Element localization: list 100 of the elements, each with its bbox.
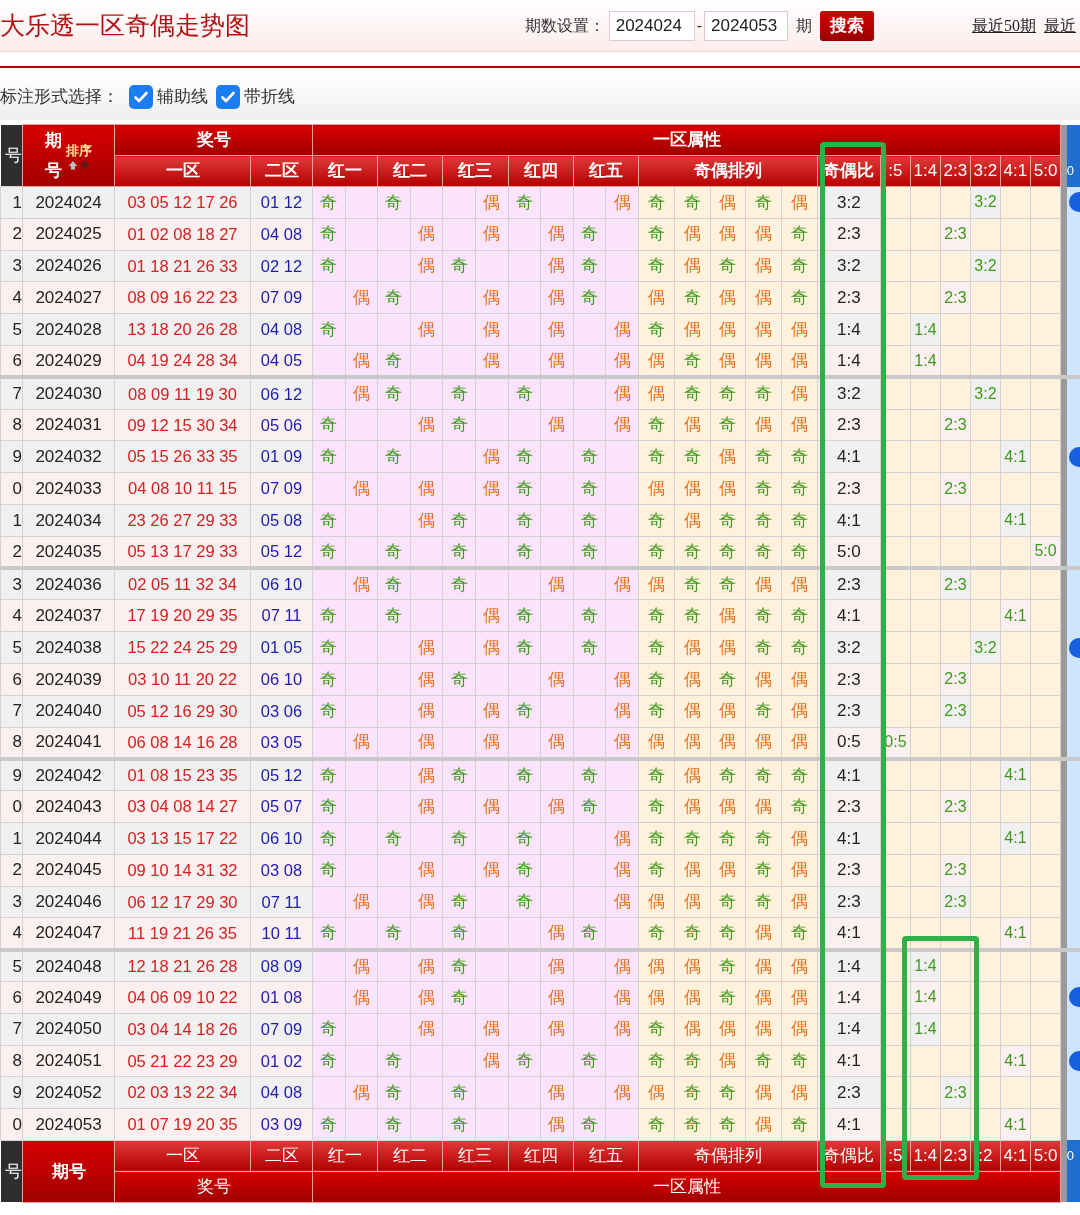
pattern-cell: 奇 — [710, 568, 746, 600]
period-cell: 2024042 — [22, 758, 115, 791]
recent-link[interactable]: 最近50期 — [972, 13, 1036, 38]
column-header: 红四 — [508, 1140, 574, 1172]
parity-mark: 偶 — [345, 568, 378, 600]
main-numbers-cell: 13 18 20 26 28 — [114, 313, 251, 346]
row-number: 4 — [0, 281, 23, 314]
pattern-cell: 奇 — [745, 758, 782, 791]
main-numbers-cell: 11 19 21 26 35 — [114, 917, 251, 950]
column-header: 红二 — [377, 155, 443, 187]
period-cell: 2024052 — [22, 1076, 115, 1109]
ratio-cell: 3:2 — [817, 377, 881, 410]
bonus-numbers-cell: 01 12 — [250, 186, 313, 219]
ratio-cell: 2:3 — [817, 568, 881, 600]
bonus-numbers-cell: 04 08 — [250, 1076, 313, 1109]
check-icon — [220, 89, 236, 105]
pattern-cell: 偶 — [674, 758, 711, 791]
column-header: 红三 — [442, 155, 509, 187]
distribution-cell: 2:3 — [940, 568, 971, 600]
bonus-numbers-cell: 06 12 — [250, 377, 313, 410]
main-numbers-cell: 04 08 10 11 15 — [114, 472, 251, 505]
bonus-numbers-cell: 05 06 — [250, 409, 313, 441]
page-title: 大乐透一区奇偶走势图 — [0, 10, 250, 41]
main-numbers-cell: 02 05 11 32 34 — [114, 568, 251, 600]
main-numbers-cell: 01 02 08 18 27 — [114, 218, 251, 251]
period-cell: 2024032 — [22, 440, 115, 473]
bonus-numbers-cell: 07 11 — [250, 599, 313, 632]
parity-mark: 奇 — [442, 949, 476, 982]
period-cell: 2024031 — [22, 409, 115, 441]
parity-mark: 偶 — [345, 377, 378, 410]
diamond-icon[interactable] — [80, 160, 90, 171]
column-header: 红一 — [312, 155, 378, 187]
main-numbers-cell: 08 09 16 22 23 — [114, 281, 251, 314]
sort-label[interactable]: 排序 — [66, 140, 92, 161]
bonus-numbers-cell: 07 09 — [250, 281, 313, 314]
column-header: 红五 — [573, 1140, 639, 1172]
pattern-cell: 偶 — [745, 568, 782, 600]
main-numbers-cell: 09 10 14 31 32 — [114, 854, 251, 887]
search-button[interactable]: 搜索 — [820, 10, 874, 41]
row-number: 4 — [0, 917, 23, 950]
recent-link[interactable]: 最近 — [1044, 13, 1076, 38]
row-number: 1 — [0, 504, 23, 537]
checkbox[interactable] — [129, 85, 153, 109]
bonus-numbers-cell: 03 08 — [250, 854, 313, 887]
pattern-cell: 奇 — [781, 758, 818, 791]
parity-mark: 偶 — [410, 758, 443, 791]
period-cell: 2024036 — [22, 568, 115, 600]
main-numbers-cell: 03 13 15 17 22 — [114, 822, 251, 855]
pattern-cell: 偶 — [638, 568, 675, 600]
row-number: 2 — [0, 854, 23, 887]
pattern-cell: 偶 — [781, 568, 818, 600]
main-numbers-cell: 09 12 15 30 34 — [114, 409, 251, 441]
options-label: 标注形式选择： — [0, 86, 119, 109]
ratio-cell: 1:4 — [817, 949, 881, 982]
distribution-cell: 4:1 — [1000, 758, 1031, 791]
pattern-cell: 偶 — [638, 377, 675, 410]
row-number: 0 — [0, 790, 23, 823]
period-cell: 2024037 — [22, 599, 115, 632]
row-number: 6 — [0, 981, 23, 1014]
row-number: 1 — [0, 186, 23, 219]
period-cell: 2024043 — [22, 790, 115, 823]
bonus-numbers-cell: 10 11 — [250, 917, 313, 950]
row-number: 9 — [0, 440, 23, 473]
main-numbers-cell: 01 18 21 26 33 — [114, 250, 251, 282]
row-number: 5 — [0, 949, 23, 982]
main-numbers-cell: 04 06 09 10 22 — [114, 981, 251, 1014]
start-period-field[interactable]: 2024024 — [608, 10, 695, 41]
row-number: 0 — [0, 1108, 23, 1141]
row-number: 7 — [0, 1013, 23, 1045]
period-cell: 2024026 — [22, 250, 115, 282]
main-numbers-cell: 12 18 21 26 28 — [114, 949, 251, 982]
period-cell: 2024053 — [22, 1108, 115, 1141]
period-cell: 2024030 — [22, 377, 115, 410]
bonus-numbers-cell: 04 08 — [250, 218, 313, 251]
main-numbers-cell: 05 12 16 29 30 — [114, 695, 251, 728]
period-cell: 2024045 — [22, 854, 115, 887]
main-numbers-cell: 03 04 08 14 27 — [114, 790, 251, 823]
main-numbers-cell: 03 04 14 18 26 — [114, 1013, 251, 1045]
parity-mark: 偶 — [605, 377, 639, 410]
end-period-field[interactable]: 2024053 — [704, 10, 788, 41]
checkbox[interactable] — [216, 85, 240, 109]
bonus-numbers-cell: 07 11 — [250, 886, 313, 918]
arrow-up-icon[interactable] — [68, 160, 78, 171]
bonus-numbers-cell: 04 08 — [250, 313, 313, 346]
row-number: 4 — [0, 599, 23, 632]
column-header: 红四 — [508, 155, 574, 187]
bonus-numbers-cell: 05 08 — [250, 504, 313, 537]
bonus-numbers-cell: 01 09 — [250, 440, 313, 473]
parity-mark: 偶 — [605, 949, 639, 982]
row-number: 5 — [0, 313, 23, 346]
column-header: 奇偶排列 — [638, 1140, 818, 1172]
bonus-numbers-cell: 06 10 — [250, 822, 313, 855]
main-numbers-cell: 23 26 27 29 33 — [114, 504, 251, 537]
pattern-cell: 偶 — [781, 949, 818, 982]
column-header: 期号 — [22, 1140, 115, 1203]
period-cell: 2024046 — [22, 886, 115, 918]
column-header: 二区 — [250, 155, 313, 187]
column-header: 一区 — [114, 1140, 251, 1172]
range-dash: - — [696, 15, 702, 36]
bonus-numbers-cell: 02 12 — [250, 250, 313, 282]
